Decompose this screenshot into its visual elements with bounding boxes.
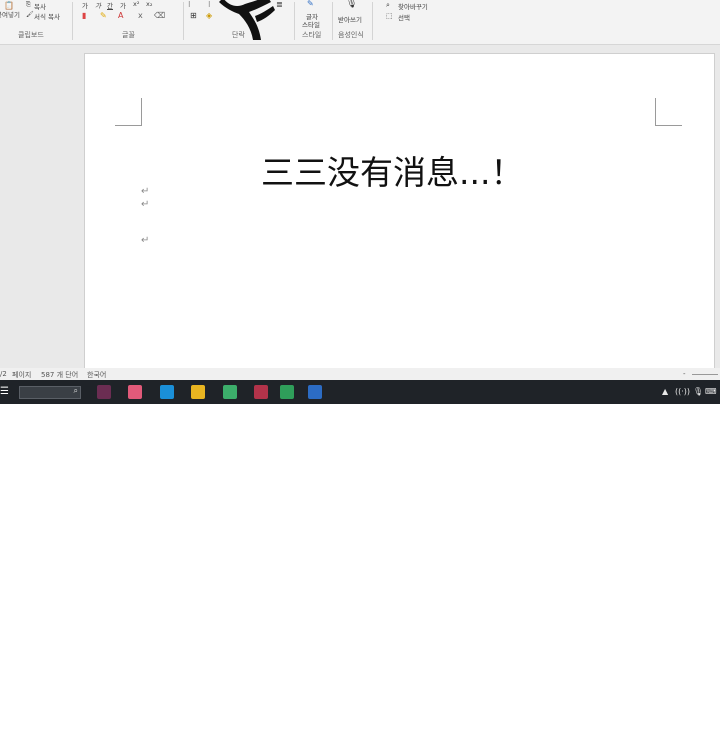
ribbon: 📋 붙여넣기 ⎘ 복사 🖌 서식 복사 클립보드 가 가 간 가 x² x₂ ▮… [0,0,720,45]
highlight-color-icon[interactable]: ▮ [82,12,86,20]
line-spacing-icon[interactable]: ≣ [276,1,283,9]
talk-app-icon[interactable] [223,385,237,399]
paragraph-mark: ↵ [141,199,150,210]
language-indicator[interactable]: 한국어 [87,370,106,380]
keyboard-icon[interactable]: ⌨ [705,387,717,396]
styles-icon[interactable]: ✎ [307,0,314,8]
shading-icon[interactable]: ◈ [206,12,212,20]
subscript-button[interactable]: x₂ [146,0,152,8]
clear-format-icon[interactable]: ⌫ [154,12,165,20]
store-app-icon[interactable] [128,385,142,399]
microphone-icon[interactable]: 🎙 [693,387,703,396]
find-icon[interactable]: ⌕ [386,1,390,9]
ribbon-divider [372,2,373,40]
styles-button-line2[interactable]: 스타일 [302,19,320,29]
document-page[interactable]: 三三没有消息...！ ↵ ↵ ↵ [84,53,715,385]
format-painter-button[interactable]: 서식 복사 [34,11,60,21]
copy-icon[interactable]: ⎘ [26,1,31,9]
styles-group-label: 스타일 [302,31,322,39]
cortana-app-icon[interactable] [160,385,174,399]
paragraph-mark: ↵ [141,235,150,246]
word-count[interactable]: 587 개 단어 [41,370,78,380]
taskbar-search-input[interactable]: ⌕ [19,386,81,399]
page-label[interactable]: 페이지 [12,370,31,380]
ribbon-divider [332,2,333,40]
taskbar: ☰ ⌕ ▲ ((·)) 🎙 ⌨ [0,380,720,404]
search-icon: ⌕ [73,386,78,395]
brush-stroke-graphic [219,0,275,40]
pdf-app-icon[interactable] [254,385,268,399]
status-bar: /2 페이지 587 개 단어 한국어 - [0,368,720,380]
voice-group-label: 음성인식 [338,31,364,39]
clipboard-group-label: 클립보드 [18,31,44,39]
editing-group: ⌕ 찾아바꾸기 ⬚ 선택 [384,0,464,44]
adobe-app-icon[interactable] [97,385,111,399]
copy-button[interactable]: 복사 [34,1,46,11]
italic-button[interactable]: 가 [95,0,101,10]
margin-corner-left [115,98,142,126]
numbering-icon[interactable]: ⁝ [208,1,211,9]
font-group-label: 글꼴 [122,31,135,39]
paste-button[interactable]: 붙여넣기 [0,9,20,19]
word-app-icon[interactable] [308,385,322,399]
zoom-minus-icon[interactable]: - [683,370,686,378]
ribbon-divider [183,2,184,40]
page-indicator[interactable]: /2 [0,370,7,378]
zoom-slider[interactable] [692,374,718,375]
margin-corner-right [655,98,682,126]
document-area: 三三没有消息...！ ↵ ↵ ↵ [0,45,720,385]
clipboard-group: 📋 붙여넣기 ⎘ 복사 🖌 서식 복사 클립보드 [0,0,70,44]
underline-button[interactable]: 간 [107,0,113,10]
start-menu-icon[interactable]: ☰ [0,387,9,397]
select-icon[interactable]: ⬚ [386,12,393,20]
styles-group: ✎ 글자 스타일 스타일 [296,0,332,44]
voice-group: 🎙 받아쓰기 음성인식 [334,0,370,44]
font-color-icon[interactable]: ✎ [100,12,107,20]
tray-up-arrow-icon[interactable]: ▲ [662,387,668,396]
text-effects-icon[interactable]: x [138,12,143,20]
dictate-button[interactable]: 받아쓰기 [338,14,362,24]
excel-app-icon[interactable] [280,385,294,399]
borders-icon[interactable]: ⊞ [190,12,197,20]
superscript-button[interactable]: x² [133,0,139,8]
char-shading-icon[interactable]: A [118,12,123,20]
document-heading[interactable]: 三三没有消息...！ [261,146,523,194]
bold-button[interactable]: 가 [82,0,88,10]
explorer-app-icon[interactable] [191,385,205,399]
select-button[interactable]: 선택 [398,12,410,22]
font-group: 가 가 간 가 x² x₂ ▮ ✎ A x ⌫ 글꼴 [76,0,181,44]
wifi-icon[interactable]: ((·)) [675,387,690,396]
ribbon-divider [72,2,73,40]
find-replace-button[interactable]: 찾아바꾸기 [398,1,428,11]
paragraph-mark: ↵ [141,186,150,197]
ribbon-divider [294,2,295,40]
bullets-icon[interactable]: ⁝ [188,1,191,9]
microphone-icon[interactable]: 🎙 [346,0,357,9]
format-painter-icon[interactable]: 🖌 [26,11,34,19]
strike-button[interactable]: 가 [120,0,126,10]
